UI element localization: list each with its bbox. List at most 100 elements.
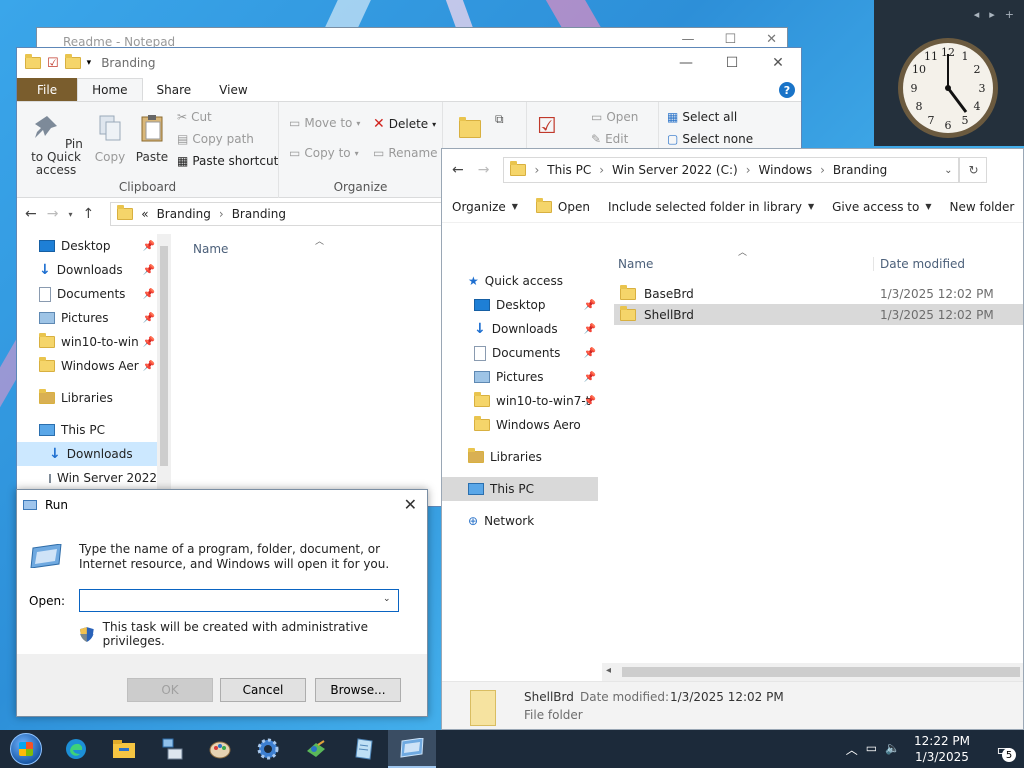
column-header-name[interactable]: Name: [193, 242, 228, 256]
taskbar-notepad[interactable]: [340, 730, 388, 768]
forward-icon[interactable]: →: [47, 206, 59, 222]
tab-file[interactable]: File: [17, 78, 78, 101]
maximize-icon[interactable]: ☐: [709, 48, 755, 78]
nav-item-documents[interactable]: Documents 📌: [17, 282, 157, 306]
clock[interactable]: 12:22 PM 1/3/2025: [914, 733, 970, 765]
minimize-icon[interactable]: —: [663, 48, 709, 78]
help-icon[interactable]: ?: [779, 82, 795, 98]
nav-scrollbar[interactable]: [157, 234, 171, 506]
tab-home[interactable]: Home: [77, 78, 143, 101]
nav-item-this-pc[interactable]: This PC: [442, 477, 598, 501]
explorer-window-branding-details[interactable]: ← → › This PC › Win Server 2022 (C:) › W…: [441, 148, 1024, 730]
customize-qat-icon[interactable]: ▾: [87, 58, 92, 68]
maximize-icon[interactable]: ☐: [724, 32, 736, 47]
rename-button[interactable]: ▭ Rename: [373, 146, 438, 160]
new-folder-icon[interactable]: [64, 54, 81, 69]
nav-item-this-pc[interactable]: This PC: [17, 418, 157, 442]
taskbar-control-panel[interactable]: [292, 730, 340, 768]
nav-item-downloads[interactable]: ↓ Downloads 📌: [17, 258, 157, 282]
edit-button[interactable]: ✎ Edit: [591, 132, 628, 146]
forward-icon[interactable]: →: [478, 162, 490, 178]
copy-to-button[interactable]: ▭ Copy to ▾: [289, 146, 359, 160]
breadcrumb-item[interactable]: Windows: [759, 163, 813, 177]
breadcrumb-prefix[interactable]: «: [141, 207, 148, 221]
copy-button[interactable]: Copy: [91, 112, 129, 164]
scrollbar-thumb[interactable]: [622, 667, 1020, 677]
column-header-date[interactable]: Date modified: [874, 257, 965, 271]
back-icon[interactable]: ←: [25, 206, 37, 222]
nav-item-quick-access[interactable]: ★ Quick access: [442, 269, 598, 293]
open-button[interactable]: Open: [526, 197, 598, 214]
new-folder-button[interactable]: New folder: [940, 200, 1023, 214]
scrollbar-thumb[interactable]: [160, 246, 168, 466]
up-icon[interactable]: ↑: [82, 206, 94, 222]
open-button[interactable]: ▭ Open: [591, 110, 638, 124]
nav-item-windows-aero[interactable]: Windows Aero: [442, 413, 598, 437]
properties-icon[interactable]: ☑: [47, 56, 59, 71]
recent-locations-icon[interactable]: ▾: [68, 210, 72, 219]
clock-gadget-icon[interactable]: 12 12 345 678 91011: [896, 36, 1000, 140]
run-open-input[interactable]: [79, 589, 399, 612]
select-all-button[interactable]: ▦ Select all: [667, 110, 737, 124]
gadget-next-icon[interactable]: ▸: [989, 8, 995, 21]
nav-item-network[interactable]: ⊕ Network: [442, 509, 598, 533]
breadcrumb-item[interactable]: Branding: [157, 207, 211, 221]
nav-item-pictures[interactable]: Pictures 📌: [442, 365, 598, 389]
properties-big-icon[interactable]: ☑: [537, 114, 557, 139]
tab-view[interactable]: View: [205, 78, 261, 101]
nav-item-libraries[interactable]: Libraries: [442, 445, 598, 469]
nav-item-desktop[interactable]: Desktop 📌: [17, 234, 157, 258]
breadcrumb-item[interactable]: Branding: [833, 163, 887, 177]
breadcrumb-item[interactable]: Branding: [232, 207, 286, 221]
copy-path-button[interactable]: ▤ Copy path: [177, 132, 254, 146]
file-row-shellbrd[interactable]: ShellBrd 1/3/2025 12:02 PM: [614, 304, 1023, 325]
chevron-down-icon[interactable]: ⌄: [383, 594, 391, 604]
paste-button[interactable]: Paste: [133, 112, 171, 164]
select-none-button[interactable]: ▢ Select none: [667, 132, 753, 146]
nav-item-downloads[interactable]: ↓ Downloads 📌: [442, 317, 598, 341]
new-folder-big-icon[interactable]: [459, 117, 481, 138]
notification-center-button[interactable]: ▭ 5: [984, 730, 1024, 768]
address-field[interactable]: › This PC › Win Server 2022 (C:) › Windo…: [503, 157, 960, 183]
nav-item-win10-to-win7[interactable]: win10-to-win7-t 📌: [442, 389, 598, 413]
gadget-add-icon[interactable]: +: [1005, 8, 1014, 21]
nav-item-desktop[interactable]: Desktop 📌: [442, 293, 598, 317]
taskbar-paint[interactable]: [196, 730, 244, 768]
move-to-button[interactable]: ▭ Move to ▾: [289, 116, 360, 130]
run-dialog[interactable]: Run ✕ Type the name of a program, folder…: [16, 489, 428, 717]
nav-item-pc-downloads[interactable]: ↓ Downloads: [17, 442, 157, 466]
browse-button[interactable]: Browse...: [315, 678, 401, 702]
close-icon[interactable]: ✕: [755, 48, 801, 78]
tab-share[interactable]: Share: [143, 78, 206, 101]
scroll-left-icon[interactable]: ◂: [606, 665, 611, 676]
run-title-bar[interactable]: Run ✕: [17, 490, 427, 520]
horizontal-scrollbar[interactable]: ◂: [602, 663, 1023, 681]
taskbar-network-app[interactable]: [148, 730, 196, 768]
title-bar[interactable]: ☑ ▾ Branding — ☐ ✕: [17, 48, 801, 78]
taskbar-file-explorer[interactable]: [100, 730, 148, 768]
nav-item-win-server-drive[interactable]: Win Server 2022: [17, 466, 157, 490]
back-icon[interactable]: ←: [452, 162, 464, 178]
start-button[interactable]: [0, 730, 52, 768]
volume-muted-icon[interactable]: 🔈: [885, 741, 900, 758]
nav-item-libraries[interactable]: Libraries: [17, 386, 157, 410]
paste-shortcut-button[interactable]: ▦ Paste shortcut: [177, 154, 278, 168]
ok-button[interactable]: OK: [127, 678, 213, 702]
chevron-up-icon[interactable]: ︿: [846, 741, 858, 758]
give-access-button[interactable]: Give access to ▼: [822, 200, 939, 214]
minimize-icon[interactable]: —: [681, 32, 694, 47]
pin-quick-access-button[interactable]: Pin to Quick access: [23, 112, 89, 177]
nav-item-win10-to-win[interactable]: win10-to-win 📌: [17, 330, 157, 354]
nav-item-documents[interactable]: Documents 📌: [442, 341, 598, 365]
nav-item-windows-aero[interactable]: Windows Aer 📌: [17, 354, 157, 378]
cut-button[interactable]: ✂ Cut: [177, 110, 212, 124]
breadcrumb-item[interactable]: This PC: [547, 163, 591, 177]
cancel-button[interactable]: Cancel: [220, 678, 306, 702]
include-in-library-button[interactable]: Include selected folder in library ▼: [598, 200, 822, 214]
breadcrumb-item[interactable]: Win Server 2022 (C:): [612, 163, 738, 177]
nav-item-pictures[interactable]: Pictures 📌: [17, 306, 157, 330]
chevron-down-icon[interactable]: ⌄: [944, 165, 952, 176]
gadget-prev-icon[interactable]: ◂: [974, 8, 980, 21]
network-tray-icon[interactable]: ▭: [866, 741, 877, 758]
taskbar-settings[interactable]: [244, 730, 292, 768]
